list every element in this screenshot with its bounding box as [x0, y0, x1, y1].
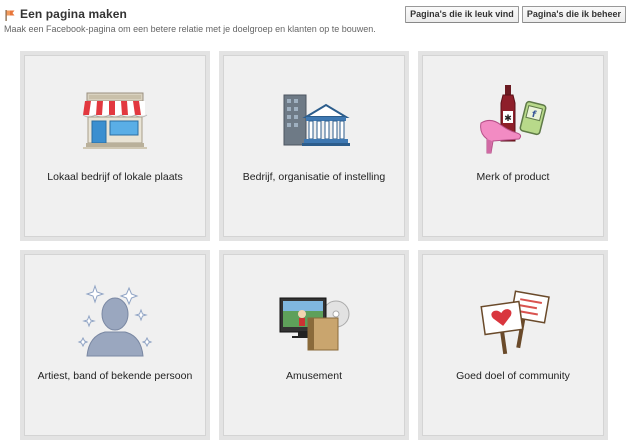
page-title: Een pagina maken [20, 7, 127, 21]
svg-text:✱: ✱ [504, 114, 512, 124]
tile-label: Amusement [285, 370, 343, 382]
category-tile-artist[interactable]: Artiest, band of bekende persoon [20, 250, 210, 440]
flag-icon [4, 8, 16, 21]
liked-pages-button[interactable]: Pagina's die ik leuk vind [405, 6, 519, 23]
tile-label: Bedrijf, organisatie of instelling [242, 171, 386, 183]
header-buttons: Pagina's die ik leuk vind Pagina's die i… [405, 6, 626, 23]
page-subtitle: Maak een Facebook-pagina om een betere r… [4, 24, 376, 34]
office-building-icon [274, 81, 354, 161]
category-tile-entertainment[interactable]: Amusement [219, 250, 409, 440]
category-tile-local-business[interactable]: Lokaal bedrijf of lokale plaats [20, 51, 210, 241]
product-icon: ✱ f [473, 81, 553, 161]
category-tile-cause[interactable]: Goed doel of community [418, 250, 608, 440]
tile-label: Goed doel of community [456, 370, 570, 382]
category-tile-company[interactable]: Bedrijf, organisatie of instelling [219, 51, 409, 241]
tile-label: Artiest, band of bekende persoon [37, 370, 193, 382]
entertainment-icon [274, 280, 354, 360]
category-grid: Lokaal bedrijf of lokale plaats Bedrijf,… [20, 51, 608, 440]
page-header: Een pagina maken Maak een Facebook-pagin… [4, 5, 626, 35]
tile-label: Lokaal bedrijf of lokale plaats [47, 171, 183, 183]
category-tile-brand[interactable]: ✱ f Merk of product [418, 51, 608, 241]
cause-signs-icon [473, 280, 553, 360]
storefront-icon [75, 81, 155, 161]
celebrity-icon [75, 280, 155, 360]
title-row: Een pagina maken [4, 7, 127, 21]
managed-pages-button[interactable]: Pagina's die ik beheer [521, 6, 626, 23]
tile-label: Merk of product [476, 171, 550, 183]
create-page-screen: Een pagina maken Maak een Facebook-pagin… [0, 0, 630, 444]
